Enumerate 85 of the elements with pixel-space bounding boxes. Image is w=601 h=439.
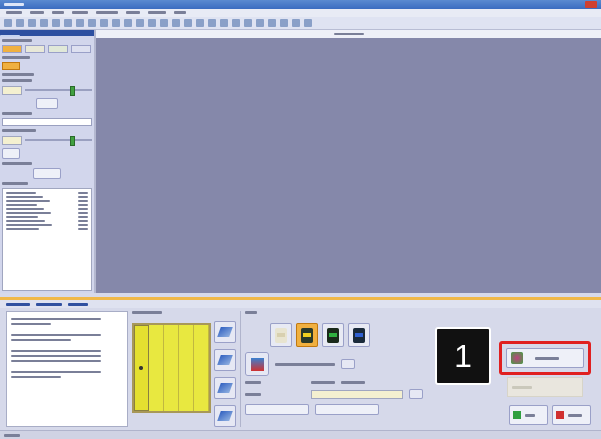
blurred-text-bar xyxy=(52,11,64,14)
blurred-text-bar xyxy=(341,381,365,384)
blurred-text-bar xyxy=(6,212,51,214)
dropdown[interactable] xyxy=(2,118,92,126)
blurred-text-bar xyxy=(78,200,88,202)
blurred-text-bar xyxy=(132,311,162,314)
blurred-text-bar xyxy=(6,220,45,222)
blurred-text-bar xyxy=(78,192,88,194)
marker-icon xyxy=(139,366,143,370)
input-field[interactable] xyxy=(2,86,22,95)
blurred-text-bar xyxy=(148,11,166,14)
blurred-text-bar xyxy=(334,33,364,36)
option-button[interactable] xyxy=(48,45,68,54)
blurred-text-bar xyxy=(78,208,88,210)
blurred-text-bar xyxy=(11,323,51,326)
blurred-text-bar xyxy=(78,228,88,230)
settings-button[interactable] xyxy=(315,404,379,416)
blurred-text-bar xyxy=(275,362,335,366)
blurred-text-bar xyxy=(6,208,44,210)
apply-button[interactable] xyxy=(2,148,20,160)
blurred-text-bar xyxy=(2,182,28,186)
options-button[interactable] xyxy=(245,404,309,416)
blurred-text-bar xyxy=(512,386,532,389)
blurred-text-bar xyxy=(6,192,36,194)
slider-thumb[interactable] xyxy=(70,136,75,146)
lane[interactable] xyxy=(134,325,149,412)
blurred-text-bar xyxy=(6,224,52,226)
blurred-text-bar xyxy=(6,204,37,206)
blurred-text-bar xyxy=(6,302,30,306)
blurred-text-bar xyxy=(245,392,261,396)
blurred-text-bar xyxy=(535,356,559,360)
blurred-text-bar xyxy=(68,302,88,306)
blurred-text-bar xyxy=(6,200,50,202)
blurred-text-bar xyxy=(525,414,535,417)
blurred-text-bar xyxy=(568,414,582,417)
apply-button[interactable] xyxy=(36,98,58,110)
color-mode-button[interactable] xyxy=(270,323,292,348)
blurred-text-bar xyxy=(78,220,88,222)
slider-thumb[interactable] xyxy=(70,86,75,96)
option-button[interactable] xyxy=(25,45,45,54)
input-field[interactable] xyxy=(2,136,22,145)
blurred-text-bar xyxy=(78,224,88,226)
action-button[interactable] xyxy=(506,348,584,368)
blurred-text-bar xyxy=(4,2,24,6)
blurred-text-bar xyxy=(6,196,43,198)
apply-button[interactable] xyxy=(33,168,61,180)
blurred-text-bar xyxy=(2,162,32,166)
color-mode-button[interactable] xyxy=(296,323,318,348)
cancel-button[interactable] xyxy=(552,405,591,426)
option-button[interactable] xyxy=(71,45,91,54)
path-field[interactable] xyxy=(311,390,403,399)
blurred-text-bar xyxy=(2,112,32,116)
blurred-text-bar xyxy=(6,228,39,230)
blurred-text-bar xyxy=(78,196,88,198)
blurred-text-bar xyxy=(2,39,32,42)
ok-button[interactable] xyxy=(509,405,548,426)
close-button[interactable] xyxy=(585,0,597,8)
blurred-text-bar xyxy=(4,434,20,437)
blurred-text-bar xyxy=(2,56,30,60)
blurred-text-bar xyxy=(36,302,62,306)
blurred-text-bar xyxy=(2,129,36,132)
option-button[interactable] xyxy=(2,45,22,54)
blurred-text-bar xyxy=(78,216,88,218)
blurred-text-bar xyxy=(78,212,88,214)
color-mode-button[interactable] xyxy=(322,323,344,348)
blurred-text-bar xyxy=(11,376,61,378)
blurred-text-bar xyxy=(30,11,44,14)
blurred-text-bar xyxy=(2,79,32,82)
blurred-text-bar xyxy=(78,204,88,206)
step-badge: 1 xyxy=(435,327,491,386)
blurred-text-bar xyxy=(245,311,257,314)
blurred-text-bar xyxy=(6,11,22,14)
blurred-text-bar xyxy=(174,11,186,14)
more-button[interactable] xyxy=(341,359,355,370)
blurred-text-bar xyxy=(2,73,34,76)
color-mode-button[interactable] xyxy=(348,323,370,348)
blurred-text-bar xyxy=(11,339,71,342)
blurred-text-bar xyxy=(6,216,38,218)
browse-button[interactable] xyxy=(409,389,423,400)
blurred-text-bar xyxy=(96,11,118,14)
blurred-text-bar xyxy=(311,381,335,384)
blurred-text-bar xyxy=(126,11,140,14)
blurred-text-bar xyxy=(245,381,261,384)
option-button[interactable] xyxy=(2,62,20,70)
blurred-text-bar xyxy=(72,11,88,14)
